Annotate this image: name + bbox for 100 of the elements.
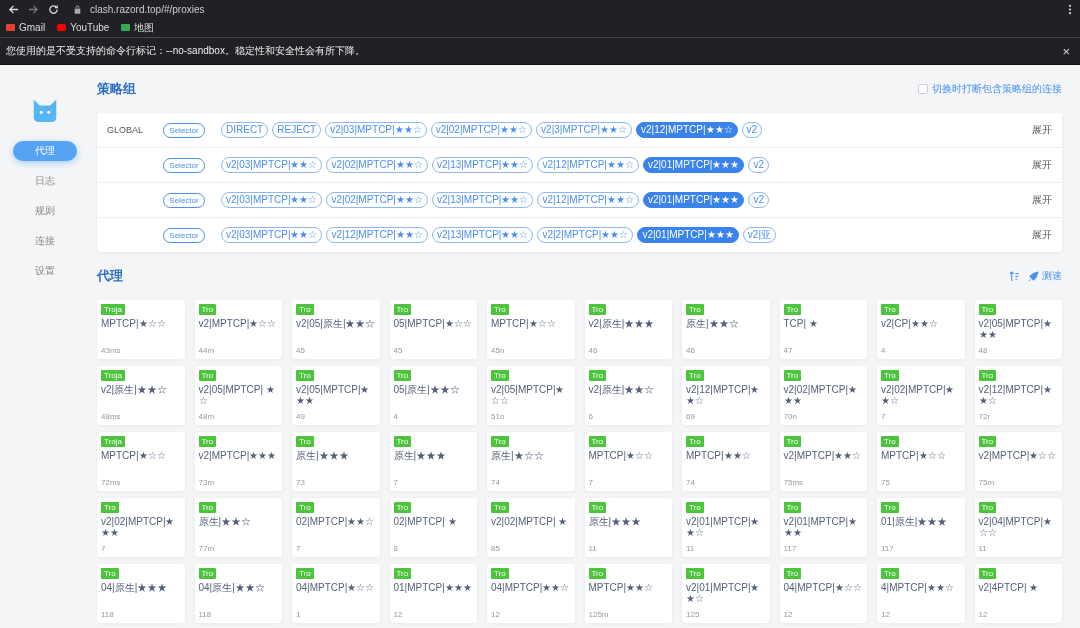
proxy-name: v2|02|MPTCP|★★★ [101, 516, 176, 538]
proxy-card[interactable]: Tro 04|MPTCP|★☆☆ 12 [779, 564, 867, 623]
sidebar-item[interactable]: 规则 [13, 201, 77, 221]
proxy-card[interactable]: Tro TCP| ★ 47 [779, 300, 867, 359]
protocol-tag: Troja [101, 370, 125, 381]
proxy-card[interactable]: Tro 05|原生|★★☆ 4 [389, 366, 477, 425]
proxy-card[interactable]: Tro 04|MPTCP|★★☆ 12 [487, 564, 575, 623]
proxy-card[interactable]: Tro v2|02|MPTCP|★★★ 7 [97, 498, 185, 557]
protocol-tag: Tro [686, 370, 704, 381]
proxy-card[interactable]: Troja MPTCP|★☆☆ 43ms [97, 300, 185, 359]
section-title: 代理 [97, 267, 123, 285]
proxy-card[interactable]: Troja MPTCP|★☆☆ 72ms [97, 432, 185, 491]
proxy-card[interactable]: Tro v2|05|MPTCP|★☆☆ 51n [487, 366, 575, 425]
proxy-card[interactable]: Tro 原生|★☆☆ 74 [487, 432, 575, 491]
proxy-name: 04|原生|★★★ [101, 582, 168, 593]
protocol-tag: Tro [198, 370, 217, 381]
bookmark[interactable]: YouTube [57, 22, 110, 33]
proxy-card[interactable]: Troja v2|原生|★★☆ 48ms [97, 366, 185, 425]
protocol-tag: Tro [978, 370, 997, 381]
expand-link[interactable]: 展开 [1026, 158, 1052, 172]
proxy-card[interactable]: Tro 原生|★★☆ 46 [682, 300, 770, 359]
sidebar-item[interactable]: 设置 [13, 261, 77, 281]
protocol-tag: Tro [393, 502, 412, 513]
expand-link[interactable]: 展开 [1026, 123, 1052, 137]
proxy-card[interactable]: Tro MPTCP|★★☆ 74 [682, 432, 770, 491]
protocol-tag: Tro [393, 370, 412, 381]
delay-text: 11 [686, 544, 695, 553]
expand-link[interactable]: 展开 [1026, 193, 1052, 207]
proxy-card[interactable]: Tro v2|12|MPTCP|★★☆ 69 [682, 366, 770, 425]
delay-text: 6 [588, 412, 593, 421]
proxy-card[interactable]: Tro 原生|★★★ 11 [584, 498, 672, 557]
proxy-card[interactable]: Tro v2|MPTCP|★☆☆ 44m [194, 300, 282, 359]
proxy-card[interactable]: Tro v2|4PTCP| ★ 12 [974, 564, 1062, 623]
proxy-card[interactable]: Tro 04|原生|★★☆ 118 [194, 564, 282, 623]
proxy-card[interactable]: Tro v2|02|MPTCP|★★★ 70n [779, 366, 867, 425]
close-button[interactable]: × [1058, 43, 1074, 59]
delay-text: 70n [783, 412, 797, 421]
proxy-card[interactable]: Tro v2|05|MPTCP|★★★ 48 [974, 300, 1062, 359]
proxy-card[interactable]: Tro 原生|★★★ 73 [292, 432, 380, 491]
protocol-tag: Tro [491, 502, 509, 513]
proxy-card[interactable]: Tro 04|原生|★★★ 118 [97, 564, 185, 623]
proxy-card[interactable]: Tro 02|MPTCP|★★☆ 7 [292, 498, 380, 557]
proxy-card[interactable]: Tro 原生|★★☆ 77m [194, 498, 282, 557]
proxy-tag[interactable]: v2|01|MPTCP|★★★ [642, 157, 745, 173]
proxy-card[interactable]: Tro 01|原生|★★★ 117 [877, 498, 965, 557]
proxy-card[interactable]: Tro v2|CP|★★☆ 4 [877, 300, 965, 359]
proxy-name: 原生|★★☆ [686, 318, 739, 329]
menu-icon[interactable] [1068, 3, 1072, 15]
proxy-card[interactable]: Tro v2|01|MPTCP|★★★ 117 [779, 498, 867, 557]
proxy-card[interactable]: Tro MPTCP|★☆☆ 75 [877, 432, 965, 491]
proxy-tag[interactable]: v2|01|MPTCP|★★★ [637, 227, 739, 243]
protocol-tag: Tro [296, 502, 314, 513]
proxy-card[interactable]: Tro 02|MPTCP| ★ 8 [389, 498, 477, 557]
protocol-tag: Tro [783, 370, 802, 381]
proxy-card[interactable]: Tro v2|01|MPTCP|★★☆ 11 [682, 498, 770, 557]
proxy-card[interactable]: Tro v2|02|MPTCP| ★ 85 [487, 498, 575, 557]
proxy-card[interactable]: Tro v2|05|原生|★★☆ 45 [292, 300, 380, 359]
proxy-card[interactable]: Tro v2|02|MPTCP|★★☆ 7 [877, 366, 965, 425]
address-bar[interactable]: clash.razord.top/#/proxies [90, 3, 205, 15]
protocol-tag: Tro [686, 502, 704, 513]
proxy-card[interactable]: Tro v2|01|MPTCP|★★☆ 125 [682, 564, 770, 623]
sidebar-item[interactable]: 日志 [13, 171, 77, 191]
proxy-card[interactable]: Tro v2|MPTCP|★★★ 73m [194, 432, 282, 491]
proxy-card[interactable]: Tro v2|MPTCP|★★☆ 75ms [779, 432, 867, 491]
proxy-card[interactable]: Tro v2|05|MPTCP| ★☆ 48m [194, 366, 282, 425]
proxy-card[interactable]: Tro v2|05|MPTCP|★★★ 49 [292, 366, 380, 425]
proxy-name: MPTCP|★☆☆ [101, 318, 166, 329]
proxy-card[interactable]: Tro MPTCP|★☆☆ 45n [487, 300, 575, 359]
delay-text: 118 [198, 610, 212, 619]
forward-icon[interactable] [28, 3, 39, 15]
proxy-card[interactable]: Tro 01|MPTCP|★★★ 12 [389, 564, 477, 623]
proxy-name: TCP| ★ [783, 318, 818, 329]
protocol-tag: Tro [588, 436, 607, 447]
back-icon[interactable] [8, 3, 19, 15]
proxy-card[interactable]: Tro v2|12|MPTCP|★★☆ 72r [974, 366, 1062, 425]
proxy-name: MPTCP|★☆☆ [101, 450, 166, 461]
proxy-tag[interactable]: v2|01|MPTCP|★★★ [642, 192, 745, 208]
delay-text: 73 [296, 478, 305, 487]
checkbox[interactable] [918, 84, 928, 94]
proxy-name: 04|MPTCP|★☆☆ [296, 582, 375, 593]
reload-icon[interactable] [48, 3, 59, 15]
proxy-card[interactable]: Tro v2|MPTCP|★☆☆ 75m [974, 432, 1062, 491]
proxy-tag[interactable]: v2|12|MPTCP|★★☆ [636, 122, 738, 138]
proxy-card[interactable]: Tro 4|MPTCP|★★☆ 12 [877, 564, 965, 623]
proxy-card[interactable]: Tro 原生|★★★ 7 [389, 432, 477, 491]
proxy-card[interactable]: Tro MPTCP|★★☆ 125m [584, 564, 672, 623]
protocol-tag: Tro [978, 436, 997, 447]
proxy-card[interactable]: Tro 05|MPTCP|★☆☆ 45 [389, 300, 477, 359]
bookmark[interactable]: 地图 [121, 20, 155, 35]
sort-icon[interactable] [1009, 270, 1020, 282]
proxy-card[interactable]: Tro 04|MPTCP|★☆☆ 1 [292, 564, 380, 623]
expand-link[interactable]: 展开 [1026, 228, 1052, 242]
proxy-name: 05|MPTCP|★☆☆ [393, 318, 472, 329]
bookmark[interactable]: Gmail [6, 22, 46, 33]
proxy-card[interactable]: Tro MPTCP|★☆☆ 7 [584, 432, 672, 491]
proxy-card[interactable]: Tro v2|原生|★★★ 46 [584, 300, 672, 359]
proxy-card[interactable]: Tro v2|原生|★★☆ 6 [584, 366, 672, 425]
protocol-tag: Tro [686, 304, 704, 315]
proxy-card[interactable]: Tro v2|04|MPTCP|★☆☆ 11 [974, 498, 1062, 557]
sidebar-item[interactable]: 连接 [13, 231, 77, 251]
